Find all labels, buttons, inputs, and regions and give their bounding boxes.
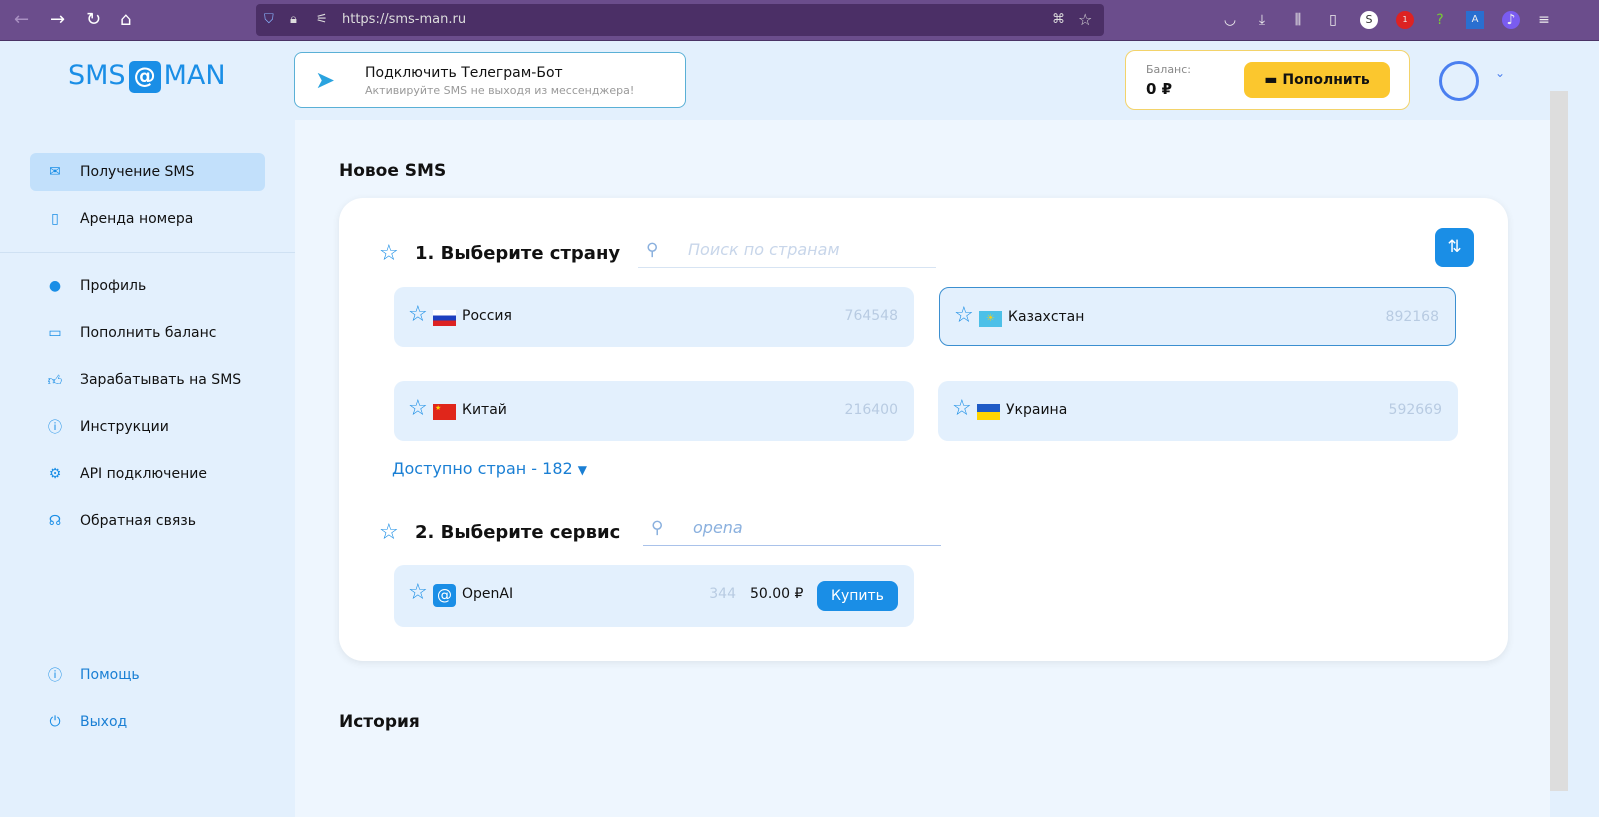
country-row-china[interactable]: ☆ ★ Китай 216400 [394,381,914,441]
mail-icon: ✉ [49,164,61,180]
feedback-icon: ☊ [48,513,62,529]
balance-widget: Баланс: 0 ₽ ▬ Пополнить [1125,50,1410,110]
card-icon: ▬ [1264,72,1283,88]
logo[interactable]: SMS @ MAN [68,60,226,93]
s-extension-icon[interactable]: S [1360,11,1378,29]
country-search[interactable]: ⚲ [638,236,936,268]
browser-toolbar: ← → ↻ ⌂ ⛉ 🔒︎ ⚟ https://sms-man.ru ⌘ ☆ ◡ … [0,0,1599,41]
flag-china-icon: ★ [433,404,456,420]
power-icon: ⏻ [49,714,61,730]
page-title: Новое SMS [339,161,447,181]
translator-icon[interactable]: A [1466,11,1484,29]
adblock-icon[interactable]: 1 [1396,11,1414,29]
user-icon: ● [48,278,62,294]
permissions-icon: ⚟ [316,12,328,27]
menu-icon[interactable]: ≡ [1535,11,1553,29]
star-icon[interactable]: ☆ [408,580,428,605]
lock-icon: 🔒︎ [290,12,297,27]
chevron-down-icon: ▼ [577,463,588,477]
flag-kazakhstan-icon: ☀ [979,311,1002,327]
openai-service-icon: @ [433,584,456,607]
flag-ukraine-icon [977,404,1000,420]
star-icon[interactable]: ☆ [379,241,399,266]
country-row-russia[interactable]: ☆ Россия 764548 [394,287,914,347]
address-bar[interactable]: ⛉ 🔒︎ ⚟ https://sms-man.ru ⌘ ☆ [256,4,1104,36]
home-icon[interactable]: ⌂ [120,10,131,30]
bookmark-star-icon[interactable]: ☆ [1078,10,1092,29]
star-icon[interactable]: ☆ [952,396,972,421]
search-icon: ⚲ [651,518,664,538]
star-icon[interactable]: ☆ [954,303,974,328]
sidebar-item-logout[interactable]: ⏻ Выход [30,703,265,741]
service-row-openai[interactable]: ☆ @ OpenAI 344 50.00 ₽ Купить [394,565,914,627]
topup-button[interactable]: ▬ Пополнить [1244,62,1390,98]
sidebar-icon[interactable]: ▯ [1324,11,1342,29]
sidebar-item-api[interactable]: ⚙ API подключение [30,455,265,493]
buy-button[interactable]: Купить [817,581,898,611]
country-search-input[interactable] [688,240,928,259]
gear-icon: ⚙ [48,466,62,482]
step-2-title: 2. Выберите сервис [415,522,621,543]
country-row-ukraine[interactable]: ☆ Украина 592669 [938,381,1458,441]
balance-value: 0 ₽ [1146,80,1173,98]
star-icon[interactable]: ☆ [408,302,428,327]
step-1-title: 1. Выберите страну [415,243,621,264]
telegram-bot-banner[interactable]: ➤ Подключить Телеграм-Бот Активируйте SM… [294,52,686,108]
sidebar-item-topup[interactable]: ▭ Пополнить баланс [30,314,265,352]
sort-button[interactable]: ⇅ [1435,228,1474,267]
sidebar-item-profile[interactable]: ● Профиль [30,267,265,305]
back-icon[interactable]: ← [14,10,29,30]
sidebar-item-instructions[interactable]: ⓘ Инструкции [30,408,265,446]
extension-icon[interactable]: ♪ [1502,11,1520,29]
extension-download-icon[interactable]: ? [1431,11,1449,29]
phone-icon: ▯ [51,211,59,227]
info-icon: ⓘ [48,420,62,436]
sidebar-item-receive-sms[interactable]: ✉ Получение SMS [30,153,265,191]
search-icon: ⚲ [646,240,659,260]
reload-icon[interactable]: ↻ [86,10,101,30]
star-icon[interactable]: ☆ [408,396,428,421]
telegram-icon: ➤ [315,66,336,94]
sidebar-item-feedback[interactable]: ☊ Обратная связь [30,502,265,540]
star-icon[interactable]: ☆ [379,520,399,545]
divider [0,252,295,253]
download-icon[interactable]: ⤓ [1253,11,1271,29]
forward-icon[interactable]: → [50,10,65,30]
sidebar-item-help[interactable]: ⓘ Помощь [30,656,265,694]
more-countries-link[interactable]: Доступно стран - 182 ▼ [392,459,587,478]
sidebar-item-earn[interactable]: 👍︎ Зарабатывать на SMS [30,361,265,399]
sidebar-item-rent-number[interactable]: ▯ Аренда номера [30,200,265,238]
flag-russia-icon [433,310,456,326]
service-search-input[interactable] [693,518,933,537]
library-icon[interactable]: ⫼ [1289,11,1307,29]
card-icon: ▭ [48,325,62,341]
info-icon: ⓘ [48,668,62,684]
pocket-icon[interactable]: ◡ [1221,11,1239,29]
url-text: https://sms-man.ru [342,12,467,27]
scrollbar[interactable] [1550,41,1599,817]
avatar[interactable] [1439,61,1479,101]
country-row-kazakhstan[interactable]: ☆ ☀ Казахстан 892168 [939,287,1456,346]
history-title: История [339,712,420,732]
shield-icon: ⛉ [264,12,274,27]
service-search[interactable]: ⚲ [643,514,941,546]
thumbs-up-icon: 👍︎ [47,372,63,389]
translate-icon[interactable]: ⌘ [1052,12,1065,27]
price: 50.00 ₽ [750,586,804,602]
chevron-down-icon[interactable]: ⌄ [1495,66,1505,80]
